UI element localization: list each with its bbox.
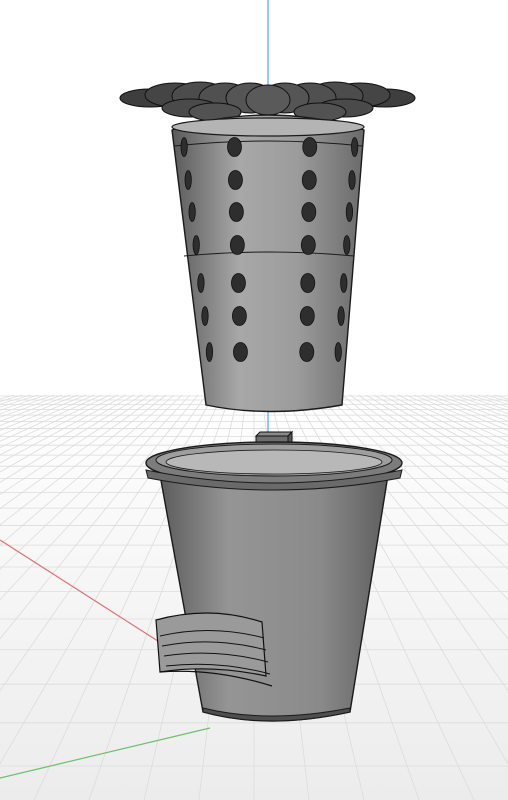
insert-hole [300,273,316,293]
insert-hole [180,137,188,157]
insert-hole [227,137,242,157]
insert-hole [232,306,247,326]
insert-hole [351,137,359,157]
insert-hole [201,306,209,326]
insert-hole [231,273,246,293]
insert-hole [299,306,315,326]
insert-hole [192,235,200,255]
insert-hole [340,273,348,293]
insert-hole [301,202,317,222]
perforated-insert[interactable] [171,114,365,413]
insert-hole [188,202,196,222]
insert-hole [300,235,316,255]
insert-hole [228,170,243,190]
insert-hole [184,170,192,190]
insert-hole [334,342,342,362]
insert-hole [348,170,356,190]
insert-hole [299,342,315,362]
insert-hole [197,273,205,293]
insert-hole [302,137,318,157]
insert-hole [205,342,214,362]
insert-hole [343,235,351,255]
insert-hole [337,306,345,326]
insert-hole [345,202,354,222]
3d-viewport[interactable] [0,0,508,800]
insert-hole [233,342,248,362]
insert-hole [228,202,244,222]
insert-hole [229,235,245,255]
insert-hole [301,170,317,190]
